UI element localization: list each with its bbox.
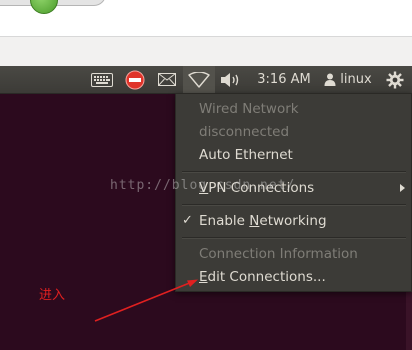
clock[interactable]: 3:16 AM <box>254 66 314 93</box>
watermark-text: http://blog.csdn.net/ <box>110 178 296 193</box>
gear-icon <box>386 71 404 88</box>
stop-icon <box>125 70 145 89</box>
wired-status-label: disconnected <box>199 124 290 140</box>
annotation-label: 进入 <box>39 288 66 303</box>
menu-item-wired-network: Wired Network <box>176 98 411 120</box>
network-indicator[interactable] <box>183 66 215 93</box>
mail-indicator[interactable] <box>155 66 179 93</box>
auto-ethernet-label: Auto Ethernet <box>199 147 293 163</box>
volume-icon <box>221 72 239 87</box>
menu-separator <box>182 171 406 173</box>
keyboard-indicator[interactable] <box>89 66 115 93</box>
stop-indicator[interactable] <box>123 66 147 93</box>
menu-item-auto-ethernet[interactable]: Auto Ethernet <box>176 144 411 166</box>
status-indicator-icon <box>30 0 58 14</box>
application-window <box>0 0 412 66</box>
keyboard-icon <box>91 72 113 87</box>
menu-item-edit-connections[interactable]: Edit Connections... <box>176 266 411 288</box>
top-panel: 3:16 AM linux <box>0 66 412 94</box>
screen: 3:16 AM linux Wired Network disconnected… <box>0 0 412 350</box>
menu-separator <box>182 237 406 239</box>
wired-network-label: Wired Network <box>199 101 299 117</box>
user-icon <box>324 73 336 86</box>
user-name: linux <box>340 72 372 87</box>
mail-icon <box>158 73 176 86</box>
menu-item-connection-information: Connection Information <box>176 243 411 265</box>
checkmark-icon: ✓ <box>182 213 193 228</box>
edit-connections-label: Edit Connections... <box>199 269 326 285</box>
connection-information-label: Connection Information <box>199 246 358 262</box>
menu-item-enable-networking[interactable]: ✓ Enable Networking <box>176 210 411 232</box>
menu-item-wired-status: disconnected <box>176 121 411 143</box>
enable-networking-label: Enable Networking <box>199 213 327 229</box>
window-toolbar-area <box>0 37 412 66</box>
wifi-icon <box>188 71 210 88</box>
user-menu[interactable]: linux <box>320 66 376 93</box>
menu-separator <box>182 204 406 206</box>
submenu-arrow-icon <box>400 184 405 192</box>
volume-indicator[interactable] <box>219 66 243 93</box>
session-indicator[interactable] <box>383 66 407 93</box>
